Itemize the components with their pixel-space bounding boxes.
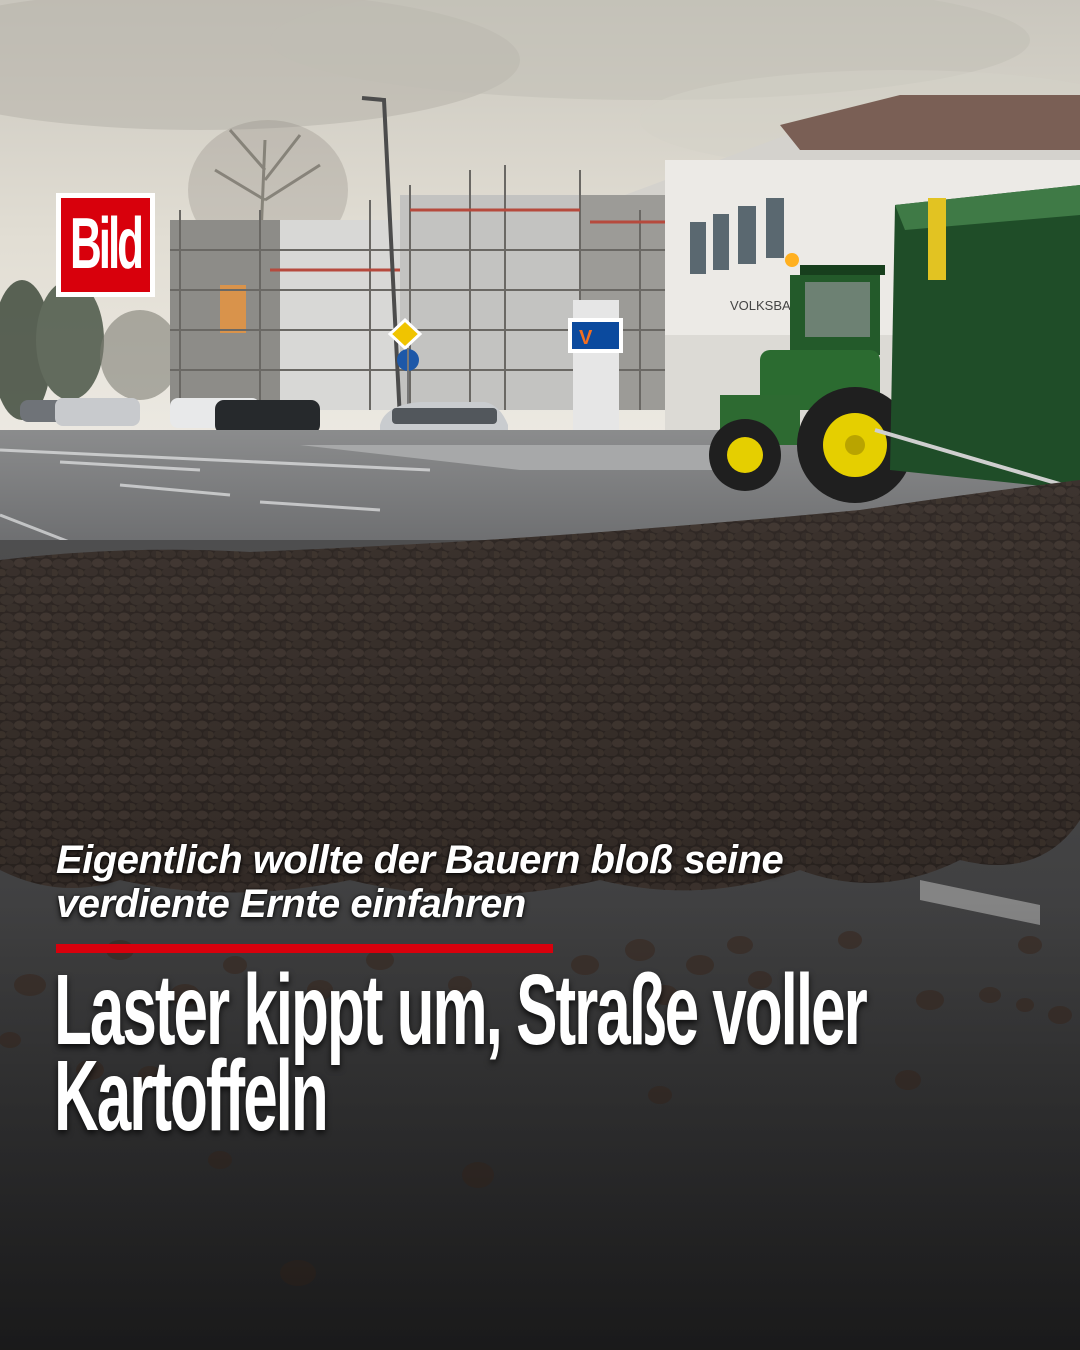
tipped-trailer: [874, 185, 1080, 492]
bild-logo-text: Bild: [69, 203, 144, 285]
kicker-text: Eigentlich wollte der Bauern bloß seine …: [56, 838, 784, 926]
accent-rule: [56, 944, 553, 953]
svg-text:V: V: [579, 327, 593, 349]
news-post: VOLKSBANK V Bild Eigentlich wollte der B…: [0, 0, 1080, 1350]
bild-logo-mark: Bild: [61, 198, 150, 292]
bild-logo: Bild: [56, 193, 155, 297]
headline: Laster kippt um, Straße voller Kartoffel…: [54, 955, 868, 1153]
